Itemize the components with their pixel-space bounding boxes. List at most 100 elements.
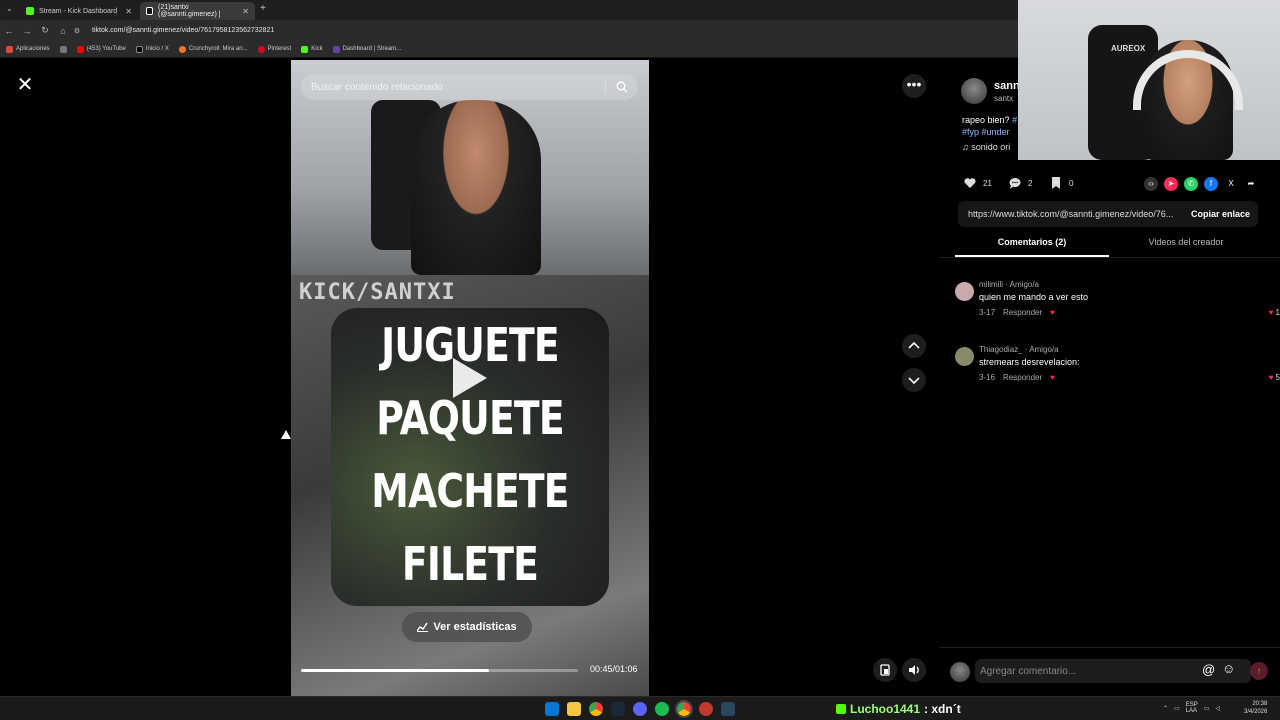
hashtag[interactable]: #fyp #under — [962, 127, 1010, 137]
steam-alt-icon[interactable] — [721, 702, 735, 716]
apps-icon — [6, 45, 13, 53]
bookmark-youtube[interactable]: (453) YouTube — [76, 45, 126, 53]
search-related-input[interactable]: Buscar contenido relacionado — [301, 74, 638, 100]
meme-line: FILETE — [401, 537, 539, 591]
commenter-avatar[interactable] — [955, 347, 974, 366]
comment-text: stremears desrevelacion: — [979, 357, 1080, 367]
video-player[interactable]: KICK/SANTXI JUGUETE PAQUETE MACHETE FILE… — [291, 60, 649, 696]
share-row: ‹› ➤ ✆ f X ➦ — [1144, 177, 1258, 191]
previous-video-button[interactable] — [902, 334, 926, 358]
bookmark-pinterest[interactable]: Pinterest — [257, 45, 291, 53]
search-icon[interactable] — [616, 81, 628, 93]
video-overlay-label: KICK/SANTXI — [299, 280, 456, 305]
comment-text: quien me mando a ver esto — [979, 292, 1089, 302]
play-icon[interactable] — [453, 358, 487, 398]
heart-icon: ♥ — [1268, 308, 1274, 317]
send-icon[interactable]: ➤ — [1164, 177, 1178, 191]
creator-liked-icon: ♥ — [1050, 373, 1055, 382]
tab-comments[interactable]: Comentarios (2) — [955, 237, 1109, 247]
file-explorer-icon[interactable] — [567, 702, 581, 716]
progress-bar[interactable] — [301, 669, 578, 672]
bookmark-kick[interactable]: Kick — [301, 45, 323, 53]
like-button[interactable]: 21 — [963, 176, 992, 190]
spotify-icon[interactable] — [655, 702, 669, 716]
commenter-name[interactable]: milimili · Amigo/a — [979, 280, 1039, 289]
forward-icon[interactable]: → — [18, 26, 36, 36]
steam-icon[interactable] — [611, 702, 625, 716]
bookmark-label: Dashboard | Stream... — [342, 46, 402, 52]
embed-icon[interactable]: ‹› — [1144, 177, 1158, 191]
bookmark-grid[interactable] — [59, 45, 67, 53]
more-options-icon[interactable]: ••• — [902, 74, 926, 98]
close-tab-icon[interactable]: ✕ — [242, 7, 249, 16]
copy-link-button[interactable]: Copiar enlace — [1191, 209, 1250, 219]
x-share-icon[interactable]: X — [1224, 177, 1238, 191]
search-placeholder: Buscar contenido relacionado — [311, 81, 443, 93]
volume-button[interactable] — [902, 658, 926, 682]
tab-list-icon[interactable]: ⌄ — [6, 4, 13, 13]
tab-tiktok[interactable]: (21)santxi (@sannti.gimenez) | ✕ — [140, 2, 255, 20]
commenter-avatar[interactable] — [955, 282, 974, 301]
reload-icon[interactable]: ↻ — [36, 25, 54, 36]
new-tab-icon[interactable]: + — [260, 3, 266, 14]
comment-date: 3-17 — [979, 308, 996, 317]
chrome-active-icon[interactable] — [675, 700, 693, 718]
share-icon[interactable]: ➦ — [1244, 177, 1258, 191]
tab-kick-dashboard[interactable]: Stream - Kick Dashboard ✕ — [20, 2, 138, 20]
kick-icon — [301, 45, 309, 53]
comment-meta: 3-17 Responder ♥ — [979, 308, 1055, 317]
bookmark-apps[interactable]: Aplicaciones — [6, 45, 50, 53]
site-info-icon[interactable]: ⚙ — [72, 27, 82, 35]
tiktok-favicon-icon — [146, 7, 153, 15]
start-icon[interactable] — [545, 702, 559, 716]
facebook-icon[interactable]: f — [1204, 177, 1218, 191]
speaker-icon[interactable]: ◁ — [1215, 705, 1220, 712]
home-icon[interactable]: ⌂ — [54, 26, 72, 36]
tray-app-icon[interactable]: ▭ — [1174, 705, 1180, 712]
emoji-icon[interactable]: ☺ — [1222, 661, 1235, 676]
whatsapp-icon[interactable]: ✆ — [1184, 177, 1198, 191]
url-field[interactable]: tiktok.com/@sannti.gimenez/video/7617958… — [92, 27, 274, 34]
tab-creator-videos[interactable]: Videos del creador — [1109, 237, 1263, 247]
comment-placeholder: Agregar comentario... — [980, 665, 1077, 677]
back-icon[interactable]: ← — [0, 26, 18, 36]
pip-button[interactable] — [873, 658, 897, 682]
clock-date: 3/4/2026 — [1244, 709, 1268, 715]
close-icon[interactable]: ✕ — [14, 74, 36, 96]
comment-button[interactable]: 2 — [1008, 176, 1032, 190]
kick-badge-icon — [836, 704, 846, 714]
comment-like-button[interactable]: ♥ 5 — [1269, 373, 1280, 382]
mention-icon[interactable]: @ — [1202, 662, 1215, 677]
grid-icon — [59, 45, 67, 53]
reply-button[interactable]: Responder — [1003, 373, 1042, 382]
comment-like-button[interactable]: ♥ 1 — [1269, 308, 1280, 317]
close-tab-icon[interactable]: ✕ — [125, 7, 132, 16]
bookmark-crunchyroll[interactable]: Crunchyroll: Mira an... — [178, 45, 248, 53]
sound-link[interactable]: ♫ sonido ori — [962, 142, 1010, 152]
author-avatar[interactable] — [961, 78, 987, 104]
send-comment-button[interactable]: ↑ — [1250, 662, 1268, 680]
tray-expand-icon[interactable]: ⌃ — [1163, 705, 1168, 712]
heart-icon — [964, 178, 976, 188]
app-icon[interactable] — [699, 702, 713, 716]
windows-taskbar: Luchoo1441 : xdn´t ⌃ ▭ ESP LAA ▭ ◁ 20:38… — [0, 696, 1280, 720]
author-name[interactable]: sann — [994, 80, 1020, 92]
bookmark-label: Crunchyroll: Mira an... — [188, 46, 248, 52]
next-video-button[interactable] — [902, 368, 926, 392]
bookmark-label: Inicio / X — [145, 46, 169, 52]
system-clock[interactable]: 20:38 3/4/2026 — [1244, 700, 1267, 716]
view-stats-button[interactable]: Ver estadísticas — [402, 612, 532, 642]
language-indicator[interactable]: ESP LAA — [1186, 702, 1198, 714]
save-button[interactable]: 0 — [1049, 176, 1073, 190]
meme-card: JUGUETE PAQUETE MACHETE FILETE — [331, 308, 609, 606]
chat-username: Luchoo1441 — [850, 702, 921, 716]
commenter-name[interactable]: Thiagodiaz_ · Amigo/a — [979, 345, 1059, 354]
discord-icon[interactable] — [633, 702, 647, 716]
system-tray: ⌃ ▭ ESP LAA ▭ ◁ — [1163, 702, 1220, 714]
bookmark-dashboard[interactable]: Dashboard | Stream... — [332, 45, 402, 53]
chrome-icon[interactable] — [589, 702, 603, 716]
bookmark-x[interactable]: Inicio / X — [135, 45, 169, 53]
network-icon[interactable]: ▭ — [1204, 705, 1210, 712]
hashtag[interactable]: # — [1012, 115, 1017, 125]
reply-button[interactable]: Responder — [1003, 308, 1042, 317]
